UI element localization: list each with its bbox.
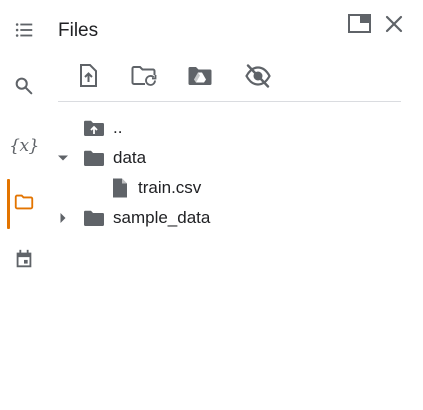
search-icon xyxy=(13,75,35,102)
tree-item-label: data xyxy=(113,148,147,167)
tree-item-sample-data[interactable]: sample_data xyxy=(50,204,400,232)
close-button[interactable] xyxy=(380,12,408,40)
refresh-button[interactable] xyxy=(128,62,160,94)
table-of-contents-button[interactable] xyxy=(6,14,42,50)
tree-item-label: train.csv xyxy=(138,178,202,197)
folder-icon xyxy=(82,146,106,170)
calendar-button[interactable] xyxy=(6,243,42,279)
tree-item-label: .. xyxy=(113,118,123,137)
mount-drive-icon xyxy=(186,62,214,95)
file-icon xyxy=(108,176,132,200)
caret-right-icon[interactable] xyxy=(56,211,70,225)
variables-icon: {x} xyxy=(9,136,39,156)
folder-up-icon xyxy=(82,116,106,140)
open-in-tab-button[interactable] xyxy=(346,12,374,40)
tree-item-parent[interactable]: .. xyxy=(50,114,400,142)
tree-item-train-csv[interactable]: train.csv xyxy=(50,174,400,202)
files-button[interactable] xyxy=(6,186,42,222)
caret-down-icon[interactable] xyxy=(56,151,70,165)
find-replace-button[interactable] xyxy=(6,70,42,106)
panel-title: Files xyxy=(58,20,99,41)
refresh-folder-icon xyxy=(130,62,158,95)
upload-button[interactable] xyxy=(72,62,104,94)
left-rail: {x} xyxy=(0,0,48,410)
tree-item-label: sample_data xyxy=(113,208,211,227)
toolbar-divider xyxy=(58,101,401,102)
open-window-icon xyxy=(347,13,373,40)
folder-icon xyxy=(13,191,35,218)
mount-drive-button[interactable] xyxy=(184,62,216,94)
toggle-hidden-files-button[interactable] xyxy=(242,62,274,94)
folder-icon xyxy=(82,206,106,230)
list-icon xyxy=(13,19,35,46)
tree-item-data[interactable]: data xyxy=(50,144,400,172)
close-icon xyxy=(384,14,404,39)
calendar-icon xyxy=(13,248,35,275)
variables-button[interactable]: {x} xyxy=(6,128,42,164)
hide-files-icon xyxy=(244,62,272,95)
upload-file-icon xyxy=(74,62,102,95)
